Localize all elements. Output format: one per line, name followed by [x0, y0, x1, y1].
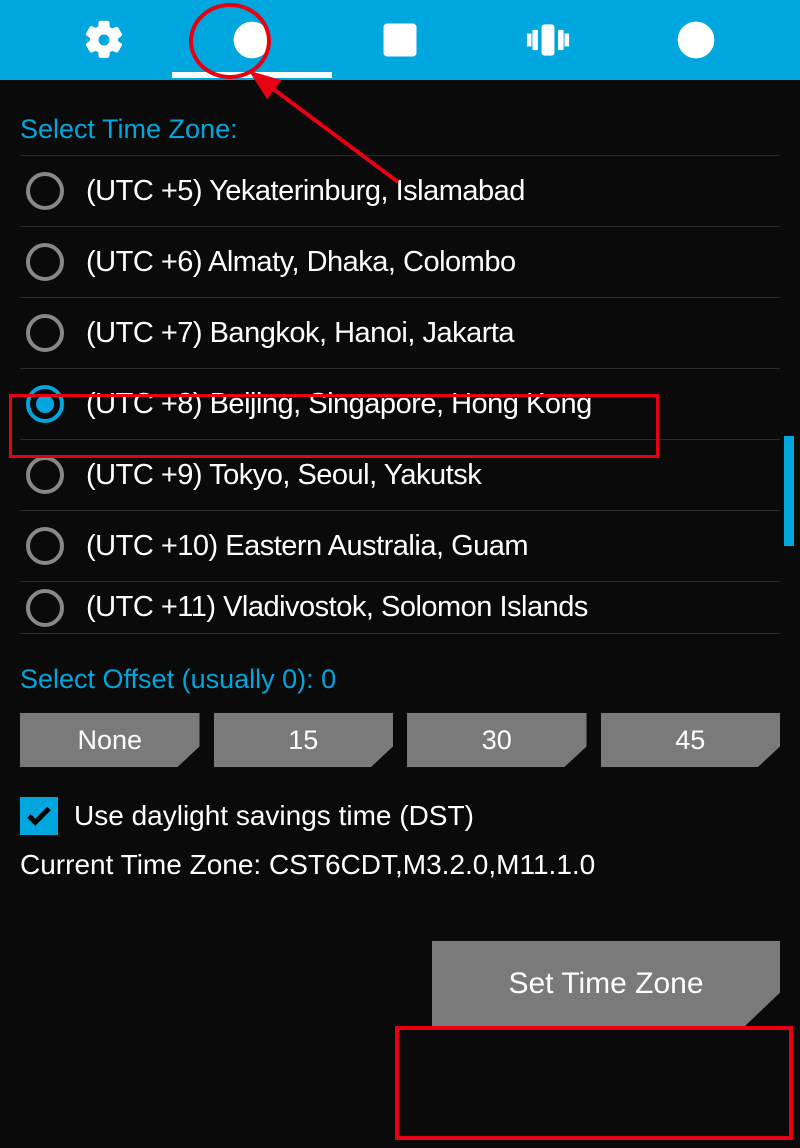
timezone-label: (UTC +7) Bangkok, Hanoi, Jakarta [86, 317, 514, 350]
tab-time[interactable] [222, 5, 282, 75]
timezone-label: (UTC +6) Almaty, Dhaka, Colombo [86, 246, 516, 279]
clock-icon [230, 18, 274, 62]
offset-15-button[interactable]: 15 [214, 713, 394, 767]
scrollbar[interactable] [784, 436, 794, 546]
timezone-label: (UTC +10) Eastern Australia, Guam [86, 530, 528, 563]
radio-icon [26, 589, 64, 627]
radio-icon [26, 172, 64, 210]
current-timezone: Current Time Zone: CST6CDT,M3.2.0,M11.1.… [20, 849, 780, 941]
offset-45-button[interactable]: 45 [601, 713, 781, 767]
timezone-option-selected[interactable]: (UTC +8) Beijing, Singapore, Hong Kong [20, 369, 780, 440]
tab-network[interactable] [666, 5, 726, 75]
globe-icon [674, 18, 718, 62]
vibration-icon [526, 18, 570, 62]
set-timezone-button[interactable]: Set Time Zone [432, 941, 780, 1027]
select-offset-label: Select Offset (usually 0): 0 [20, 634, 780, 713]
dst-checkbox[interactable] [20, 797, 58, 835]
offset-none-button[interactable]: None [20, 713, 200, 767]
timezone-label: (UTC +9) Tokyo, Seoul, Yakutsk [86, 459, 481, 492]
dst-label: Use daylight savings time (DST) [74, 800, 474, 832]
radio-icon [26, 527, 64, 565]
gear-icon [82, 18, 126, 62]
tab-bar [0, 0, 800, 80]
timezone-option[interactable]: (UTC +11) Vladivostok, Solomon Islands [20, 582, 780, 634]
radio-icon [26, 456, 64, 494]
timezone-label: (UTC +11) Vladivostok, Solomon Islands [86, 591, 588, 624]
timezone-label: (UTC +5) Yekaterinburg, Islamabad [86, 175, 525, 208]
timezone-option[interactable]: (UTC +9) Tokyo, Seoul, Yakutsk [20, 440, 780, 511]
dst-row: Use daylight savings time (DST) [20, 767, 780, 849]
select-timezone-label: Select Time Zone: [20, 80, 780, 156]
radio-selected-icon [26, 385, 64, 423]
tab-display[interactable] [370, 5, 430, 75]
timezone-option[interactable]: (UTC +10) Eastern Australia, Guam [20, 511, 780, 582]
timezone-option[interactable]: (UTC +5) Yekaterinburg, Islamabad [20, 156, 780, 227]
tab-vibration[interactable] [518, 5, 578, 75]
offset-30-button[interactable]: 30 [407, 713, 587, 767]
tab-settings[interactable] [74, 5, 134, 75]
checkmark-icon [24, 801, 54, 831]
timezone-option[interactable]: (UTC +6) Almaty, Dhaka, Colombo [20, 227, 780, 298]
radio-icon [26, 314, 64, 352]
radio-icon [26, 243, 64, 281]
timezone-list[interactable]: (UTC +5) Yekaterinburg, Islamabad (UTC +… [20, 156, 780, 634]
brightness-icon [378, 18, 422, 62]
content-area: Select Time Zone: (UTC +5) Yekaterinburg… [0, 80, 800, 1148]
offset-buttons: None 15 30 45 [20, 713, 780, 767]
timezone-label: (UTC +8) Beijing, Singapore, Hong Kong [86, 388, 592, 421]
timezone-option[interactable]: (UTC +7) Bangkok, Hanoi, Jakarta [20, 298, 780, 369]
